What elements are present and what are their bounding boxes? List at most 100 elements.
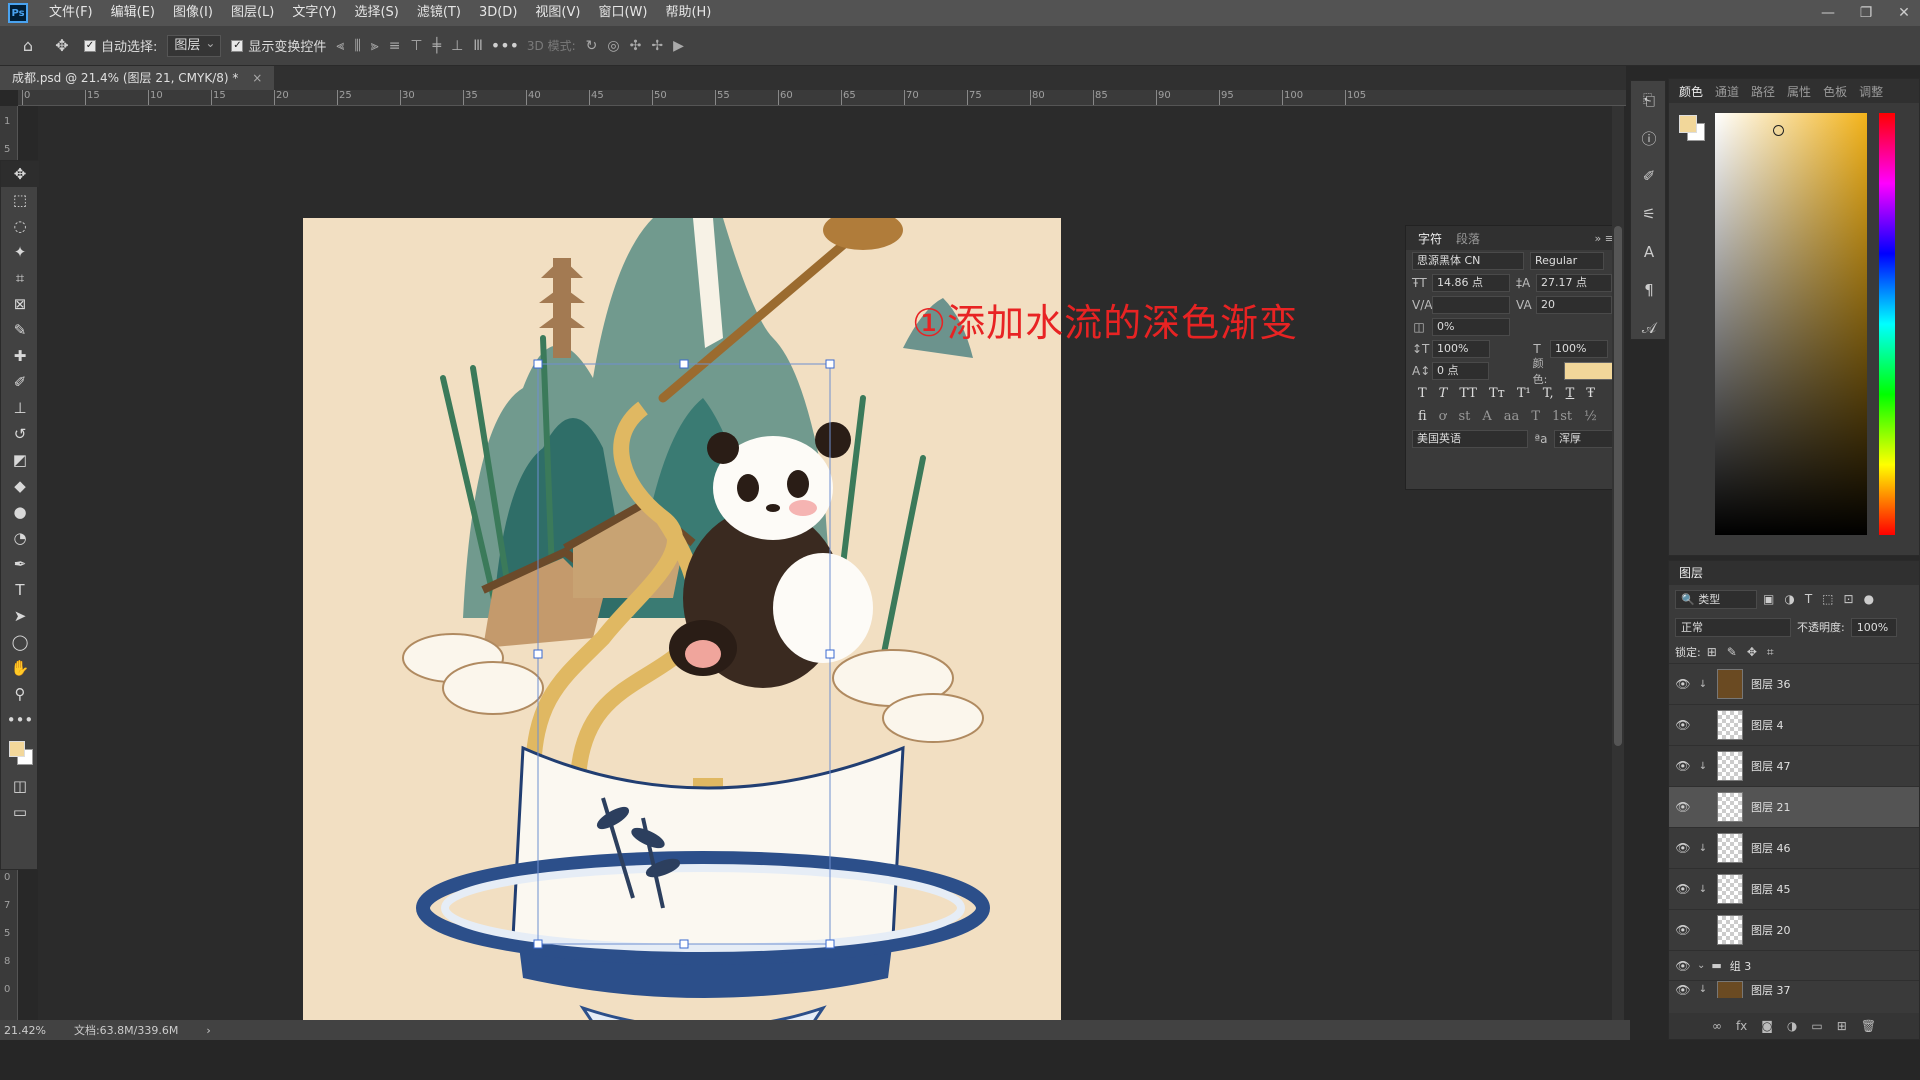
healing-brush-tool-icon[interactable]: ✚ <box>1 343 39 369</box>
layer-row[interactable]: 👁 图层 4 <box>1669 704 1919 745</box>
vertical-scroll-thumb[interactable] <box>1614 226 1622 746</box>
font-family-dropdown[interactable]: 思源黑体 CN <box>1412 252 1524 270</box>
move-tool-icon[interactable]: ✥ <box>1 161 39 187</box>
kerning-field[interactable] <box>1432 296 1510 314</box>
info-icon[interactable]: ⓘ <box>1631 119 1667 157</box>
quick-mask-icon[interactable]: ◫ <box>1 773 39 799</box>
hand-tool-icon[interactable]: ✋ <box>1 655 39 681</box>
history-icon[interactable]: ⎗ <box>1631 81 1667 119</box>
align-bottom-icon[interactable]: ⊥ <box>451 38 463 54</box>
menu-filter[interactable]: 滤镜(T) <box>408 0 470 26</box>
paragraph-icon[interactable]: ¶ <box>1631 271 1667 309</box>
font-size-field[interactable]: 14.86 点 <box>1432 274 1510 292</box>
add-mask-icon[interactable]: ◙ <box>1761 1019 1773 1033</box>
document-tab[interactable]: 成都.psd @ 21.4% (图层 21, CMYK/8) * × <box>0 66 275 90</box>
layer-row[interactable]: 👁 图层 20 <box>1669 909 1919 950</box>
home-icon[interactable]: ⌂ <box>16 34 40 58</box>
ruler-top[interactable]: 0 15 10 15 20 25 30 35 40 45 50 55 60 65 70 75 80 85 90 95 1… <box>18 90 1626 106</box>
path-selection-tool-icon[interactable]: ➤ <box>1 603 39 629</box>
tab-color[interactable]: 颜色 <box>1679 83 1703 100</box>
hue-slider[interactable] <box>1879 113 1895 535</box>
layer-row-partial[interactable]: 👁 ↓ 图层 37 <box>1669 980 1919 998</box>
dodge-tool-icon[interactable]: ◔ <box>1 525 39 551</box>
filter-pixel-icon[interactable]: ▣ <box>1763 592 1774 606</box>
tab-paths[interactable]: 路径 <box>1751 83 1775 100</box>
antialias-dropdown[interactable]: 浑厚 <box>1554 430 1614 448</box>
align-left-icon[interactable]: ⫷ <box>336 38 344 54</box>
delete-layer-icon[interactable]: 🗑 <box>1861 1019 1876 1033</box>
canvas-area[interactable] <box>38 106 1618 1070</box>
tab-character[interactable]: 字符 <box>1418 230 1442 247</box>
underline-button[interactable]: T <box>1566 386 1575 401</box>
color-picker-field[interactable] <box>1715 113 1867 535</box>
type-tool-icon[interactable]: T <box>1 577 39 603</box>
eyedropper-tool-icon[interactable]: ✎ <box>1 317 39 343</box>
all-caps-button[interactable]: TT <box>1459 386 1477 401</box>
screen-mode-icon[interactable]: ▭ <box>1 799 39 825</box>
align-hcenter-icon[interactable]: ⫼ <box>354 38 360 54</box>
visibility-eye-icon[interactable]: 👁 <box>1669 841 1697 855</box>
text-color-swatch[interactable] <box>1563 362 1616 380</box>
menu-edit[interactable]: 编辑(E) <box>102 0 164 26</box>
roll-3d-icon[interactable]: ◎ <box>607 38 619 54</box>
distribute-icon[interactable]: ≡ <box>389 38 401 54</box>
move-tool-icon[interactable]: ✥ <box>50 34 74 58</box>
menu-window[interactable]: 窗口(W) <box>589 0 656 26</box>
orbit-3d-icon[interactable]: ↻ <box>586 38 598 54</box>
menu-image[interactable]: 图像(I) <box>164 0 222 26</box>
visibility-eye-icon[interactable]: 👁 <box>1669 677 1697 691</box>
menu-view[interactable]: 视图(V) <box>526 0 589 26</box>
brush-settings-icon[interactable]: ✐ <box>1631 157 1667 195</box>
tab-channels[interactable]: 通道 <box>1715 83 1739 100</box>
align-top-icon[interactable]: ⊤ <box>410 38 422 54</box>
brush-tool-icon[interactable]: ✐ <box>1 369 39 395</box>
tab-paragraph[interactable]: 段落 <box>1456 230 1480 247</box>
old-style-button[interactable]: ơ <box>1439 409 1447 424</box>
more-options-icon[interactable]: ••• <box>491 34 519 58</box>
auto-select-target-dropdown[interactable]: 图层 <box>167 33 222 57</box>
language-dropdown[interactable]: 美国英语 <box>1412 430 1528 448</box>
history-brush-tool-icon[interactable]: ↺ <box>1 421 39 447</box>
layer-row[interactable]: 👁 ↓ 图层 46 <box>1669 827 1919 868</box>
visibility-eye-icon[interactable]: 👁 <box>1669 959 1697 973</box>
paint-bucket-tool-icon[interactable]: ◆ <box>1 473 39 499</box>
font-style-dropdown[interactable]: Regular <box>1530 252 1604 270</box>
new-layer-icon[interactable]: ⊞ <box>1837 1019 1847 1033</box>
lock-position-icon[interactable]: ✥ <box>1747 645 1757 660</box>
close-tab-icon[interactable]: × <box>252 71 262 85</box>
foreground-color-swatch[interactable] <box>9 741 25 757</box>
layer-row-selected[interactable]: 👁 图层 21 <box>1669 786 1919 827</box>
camera-3d-icon[interactable]: ▶ <box>673 38 684 54</box>
adjustments-icon[interactable]: ⚟ <box>1631 195 1667 233</box>
superscript-button[interactable]: T¹ <box>1517 386 1531 401</box>
strikethrough-button[interactable]: Ŧ <box>1586 386 1595 401</box>
swash-button[interactable]: A <box>1482 409 1491 424</box>
picker-ring[interactable] <box>1773 125 1784 136</box>
menu-help[interactable]: 帮助(H) <box>656 0 720 26</box>
opacity-field[interactable]: 100% <box>1850 617 1897 637</box>
show-transform-checkbox[interactable]: ✓ 显示变换控件 <box>231 36 326 55</box>
blend-mode-dropdown[interactable]: 正常 <box>1675 617 1791 637</box>
stylistic-alt-button[interactable]: aa <box>1504 409 1520 424</box>
filter-toggle-icon[interactable]: ● <box>1864 592 1874 606</box>
visibility-eye-icon[interactable]: 👁 <box>1669 983 1697 997</box>
restore-icon[interactable]: ❐ <box>1854 5 1878 21</box>
filter-shape-icon[interactable]: ⬚ <box>1822 592 1833 606</box>
close-icon[interactable]: ✕ <box>1892 5 1916 21</box>
layer-group-row[interactable]: 👁 ⌄ ▬ 组 3 <box>1669 950 1919 980</box>
lock-transparent-icon[interactable]: ⊞ <box>1707 645 1717 660</box>
eraser-tool-icon[interactable]: ◩ <box>1 447 39 473</box>
visibility-eye-icon[interactable]: 👁 <box>1669 759 1697 773</box>
color-panel-foreground-swatch[interactable] <box>1679 115 1697 133</box>
vertical-scale-field[interactable]: 100% <box>1432 340 1490 358</box>
menu-type[interactable]: 文字(Y) <box>283 0 345 26</box>
layer-row[interactable]: 👁 ↓ 图层 47 <box>1669 745 1919 786</box>
adjustment-layer-icon[interactable]: ◑ <box>1787 1019 1797 1033</box>
subscript-button[interactable]: T, <box>1543 386 1554 401</box>
tab-swatches[interactable]: 色板 <box>1823 83 1847 100</box>
faux-bold-button[interactable]: T <box>1418 386 1427 401</box>
menu-3d[interactable]: 3D(D) <box>470 0 526 26</box>
new-group-icon[interactable]: ▭ <box>1811 1019 1822 1033</box>
ellipse-tool-icon[interactable]: ◯ <box>1 629 39 655</box>
menu-select[interactable]: 选择(S) <box>345 0 407 26</box>
